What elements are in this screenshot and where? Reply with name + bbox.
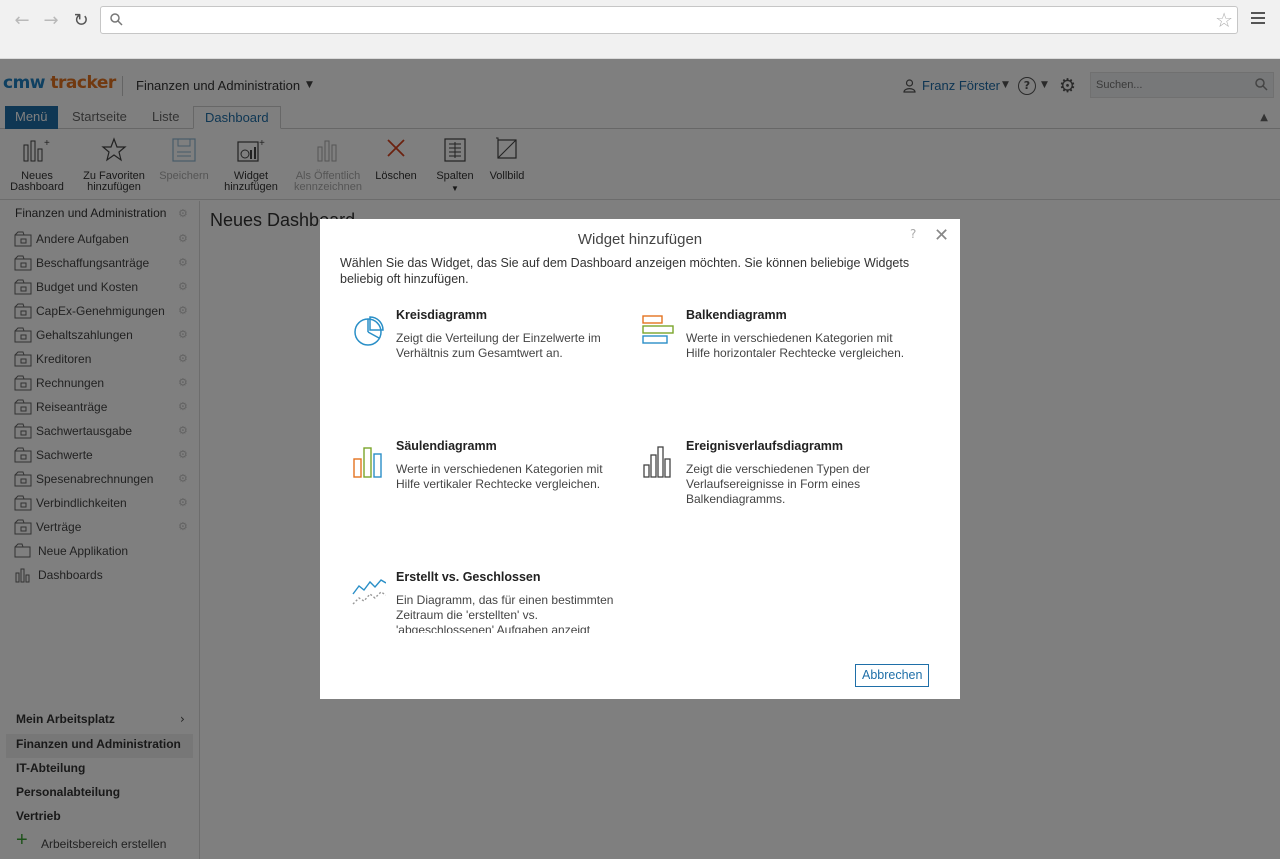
cancel-button[interactable]: Abbrechen [855, 664, 930, 687]
widget-option-bar[interactable]: Balkendiagramm Werte in verschiedenen Ka… [642, 308, 904, 428]
forward-icon[interactable]: → [40, 9, 62, 31]
event-history-chart-icon [643, 446, 671, 478]
bookmark-star-icon[interactable]: ☆ [1215, 9, 1233, 31]
widget-option-created-vs-closed[interactable]: Erstellt vs. Geschlossen Ein Diagramm, d… [352, 570, 613, 633]
help-icon[interactable]: ? [910, 227, 916, 241]
reload-icon[interactable]: ↻ [70, 9, 92, 31]
widget-option-column[interactable]: Säulendiagramm Werte in verschiedenen Ka… [352, 439, 612, 559]
created-vs-closed-icon [352, 579, 386, 605]
widget-option-pie[interactable]: Kreisdiagramm Zeigt die Verteilung der E… [352, 308, 612, 428]
bar-chart-icon [642, 315, 674, 344]
address-bar[interactable]: ☆ [100, 6, 1238, 34]
browser-menu-icon[interactable] [1251, 12, 1265, 27]
dialog-title: Widget hinzufügen [577, 231, 703, 248]
browser-chrome: ← → ↻ ☆ [0, 0, 1280, 59]
close-icon[interactable]: ✕ [934, 225, 949, 246]
column-chart-icon [353, 447, 382, 478]
search-icon [110, 13, 123, 29]
pie-chart-icon [354, 316, 384, 346]
widget-list: Kreisdiagramm Zeigt die Verteilung der E… [320, 303, 960, 633]
add-widget-dialog: Widget hinzufügen ? ✕ Wählen Sie das Wid… [320, 219, 960, 699]
dialog-intro: Wählen Sie das Widget, das Sie auf dem D… [340, 256, 910, 286]
back-icon[interactable]: ← [11, 9, 33, 31]
widget-option-event-history[interactable]: Ereignisverlaufsdiagramm Zeigt die versc… [642, 439, 902, 559]
